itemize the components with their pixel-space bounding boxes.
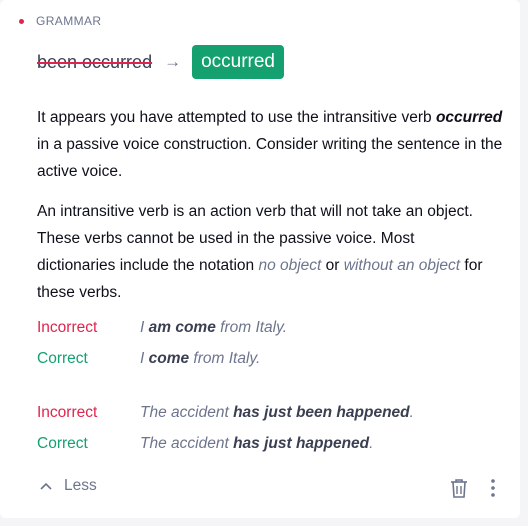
example-text: I come from Italy. bbox=[140, 350, 261, 367]
category-header: GRAMMAR bbox=[19, 14, 101, 28]
category-label: GRAMMAR bbox=[36, 14, 102, 28]
explanation-term: no object bbox=[258, 257, 322, 274]
trash-icon[interactable] bbox=[450, 478, 468, 503]
example-text: The accident has just been happened. bbox=[140, 404, 414, 421]
example-row: Correct I come from Italy. bbox=[37, 350, 260, 368]
example-label-incorrect: Incorrect bbox=[37, 404, 98, 421]
explanation-term: without an object bbox=[343, 257, 461, 274]
example-label-correct: Correct bbox=[37, 350, 88, 367]
less-button[interactable]: Less bbox=[40, 477, 97, 495]
accept-replacement-button[interactable]: occurred bbox=[192, 45, 284, 79]
more-vertical-icon[interactable] bbox=[489, 478, 497, 503]
original-text: been occurred bbox=[37, 51, 153, 72]
grammar-suggestion-card: GRAMMAR been occurred → occurred It appe… bbox=[0, 0, 520, 518]
less-label: Less bbox=[64, 477, 97, 494]
example-text: I am come from Italy. bbox=[140, 319, 288, 336]
arrow-right-icon: → bbox=[164, 52, 182, 71]
example-label-correct: Correct bbox=[37, 435, 88, 452]
explanation-paragraph-1: It appears you have attempted to use the… bbox=[37, 104, 507, 185]
explanation-text: It appears you have attempted to use the… bbox=[37, 109, 436, 126]
chevron-up-icon bbox=[40, 482, 52, 490]
example-row: Incorrect I am come from Italy. bbox=[37, 319, 287, 337]
explanation-text: or bbox=[321, 257, 344, 274]
example-label-incorrect: Incorrect bbox=[37, 319, 98, 336]
explanation-text: in a passive voice construction. Conside… bbox=[37, 136, 503, 180]
explanation-paragraph-2: An intransitive verb is an action verb t… bbox=[37, 198, 487, 306]
category-dot bbox=[19, 18, 24, 24]
suggestion-row: been occurred → occurred bbox=[37, 45, 284, 79]
example-text: The accident has just happened. bbox=[140, 435, 374, 452]
example-row: Correct The accident has just happened. bbox=[37, 435, 373, 453]
example-row: Incorrect The accident has just been hap… bbox=[37, 404, 414, 422]
explanation-verb: occurred bbox=[435, 109, 503, 126]
